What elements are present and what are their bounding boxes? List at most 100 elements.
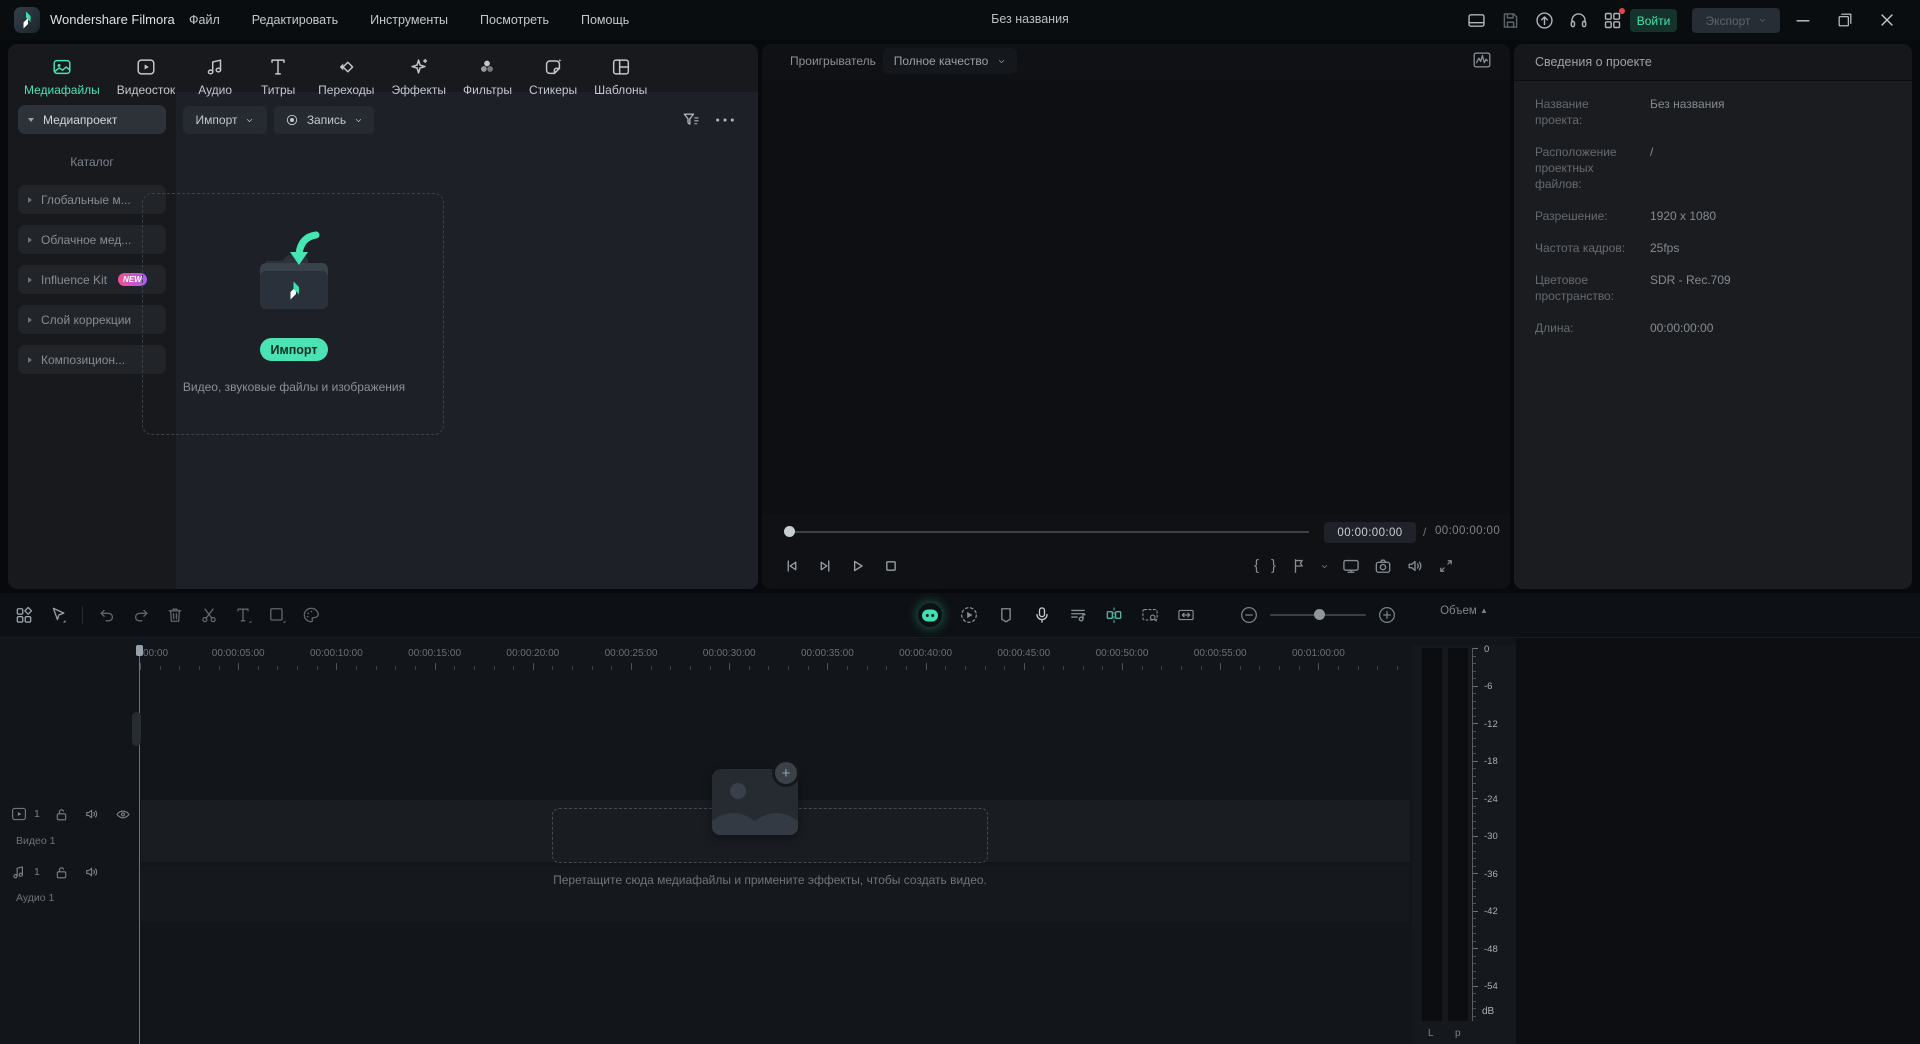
mark-in-icon[interactable]: {	[1254, 556, 1259, 576]
timeline-ruler[interactable]: 00:00 00:00:05:00 00:00:10:00 00:00:15:00 00…	[0, 645, 1410, 670]
meter-channel-label-right: p	[1455, 1028, 1461, 1039]
ruler-tick	[179, 666, 181, 670]
filter-icon[interactable]	[681, 110, 701, 130]
text-tool-icon[interactable]	[233, 605, 253, 625]
select-tool-icon[interactable]	[48, 605, 68, 625]
zoom-out-icon[interactable]	[1238, 604, 1260, 626]
menu-view[interactable]: Посмотреть	[469, 9, 560, 31]
mute-speaker-icon[interactable]	[83, 805, 101, 823]
tab-stickers[interactable]: Стикеры	[529, 56, 577, 97]
info-label: Длина:	[1535, 321, 1574, 335]
filters-icon	[481, 60, 494, 72]
support-headset-icon[interactable]	[1568, 10, 1589, 31]
volume-meter-header[interactable]: Объем ▲	[1412, 605, 1516, 617]
tab-media-files[interactable]: Медиафайлы	[24, 56, 100, 97]
menu-file[interactable]: Файл	[178, 9, 231, 31]
tab-audio[interactable]: Аудио	[192, 56, 238, 97]
mute-speaker-icon[interactable]	[83, 863, 101, 881]
audio-mixer-icon[interactable]	[1068, 605, 1088, 625]
tab-filters[interactable]: Фильтры	[463, 56, 512, 97]
layout-panel-icon[interactable]	[1466, 10, 1487, 31]
preview-quality-icon[interactable]	[1140, 605, 1160, 625]
playhead[interactable]	[139, 645, 140, 1044]
track-manager-icon[interactable]	[14, 605, 34, 625]
volume-icon[interactable]	[1405, 556, 1425, 576]
tab-templates[interactable]: Шаблоны	[594, 56, 647, 97]
quality-selector[interactable]: Полное качество	[883, 48, 1017, 74]
audio-track-icon	[10, 863, 28, 881]
meter-tick-label: -18	[1484, 756, 1498, 767]
tab-transitions[interactable]: Переходы	[318, 56, 374, 97]
zoom-slider[interactable]	[1270, 603, 1366, 627]
redo-icon[interactable]	[131, 605, 151, 625]
smart-split-icon[interactable]	[1104, 605, 1124, 625]
close-icon[interactable]	[1877, 10, 1897, 30]
menu-tools[interactable]: Инструменты	[359, 9, 459, 31]
info-label: Цветовое пространство:	[1535, 273, 1615, 303]
mark-out-icon[interactable]: }	[1271, 556, 1276, 576]
tab-titles[interactable]: Титры	[255, 56, 301, 97]
meter-tick	[1473, 955, 1476, 957]
previous-frame-icon[interactable]	[782, 556, 802, 576]
menu-edit[interactable]: Редактировать	[241, 9, 349, 31]
record-dropdown[interactable]: Запись	[274, 106, 374, 134]
split-scissors-icon[interactable]	[199, 605, 219, 625]
render-preview-icon[interactable]	[958, 604, 980, 626]
marker-flag-icon[interactable]	[996, 605, 1016, 625]
display-device-icon[interactable]	[1341, 556, 1361, 576]
play-icon[interactable]	[848, 556, 868, 576]
lock-open-icon[interactable]	[53, 864, 70, 881]
meter-tick-label: -6	[1484, 681, 1493, 692]
cloud-update-icon[interactable]	[1534, 10, 1555, 31]
voiceover-mic-icon[interactable]	[1032, 605, 1052, 625]
total-time: 00:00:00:00	[1435, 525, 1501, 537]
import-dropdown[interactable]: Импорт	[183, 106, 267, 134]
current-time[interactable]: 00:00:00:00	[1324, 522, 1416, 543]
save-icon[interactable]	[1500, 10, 1521, 31]
next-frame-icon[interactable]	[815, 556, 835, 576]
crop-tool-icon[interactable]	[267, 605, 287, 625]
meter-tick	[1473, 798, 1478, 799]
tab-video-stock[interactable]: Видеосток	[117, 56, 175, 97]
ruler-tick	[1102, 666, 1104, 670]
zoom-in-icon[interactable]	[1376, 604, 1398, 626]
restore-icon[interactable]	[1835, 10, 1855, 30]
menu-help[interactable]: Помощь	[570, 9, 640, 31]
tab-effects[interactable]: Эффекты	[391, 56, 446, 97]
stop-icon[interactable]	[881, 556, 901, 576]
track-panel-resize-handle[interactable]	[132, 712, 141, 746]
toolbar-divider	[82, 606, 83, 624]
ai-assistant-icon[interactable]	[918, 603, 942, 627]
fit-timeline-icon[interactable]	[1176, 605, 1196, 625]
app-window: Wondershare Filmora Файл Редактировать И…	[0, 0, 1920, 1044]
playhead-handle[interactable]	[136, 645, 143, 656]
add-media-plus-icon[interactable]: +	[772, 759, 800, 787]
lock-open-icon[interactable]	[53, 806, 70, 823]
snapshot-camera-icon[interactable]	[1373, 556, 1393, 576]
ruler-tick	[886, 666, 888, 670]
marker-icon[interactable]	[1288, 556, 1308, 576]
delete-icon[interactable]	[165, 605, 185, 625]
minimize-icon[interactable]	[1793, 10, 1813, 30]
sidebar-item-mediaproject[interactable]: Медиапроект	[18, 105, 166, 134]
apps-grid-icon[interactable]	[1602, 7, 1625, 31]
seek-bar[interactable]	[795, 530, 1309, 533]
import-button[interactable]: Импорт	[260, 338, 328, 361]
fullscreen-icon[interactable]	[1437, 557, 1455, 575]
chevron-down-icon[interactable]	[1320, 562, 1329, 571]
ruler-tick	[1357, 666, 1359, 670]
timeline-drop-hint: Перетащите сюда медиафайлы и примените э…	[553, 873, 987, 887]
meter-tick	[1473, 820, 1476, 822]
export-button[interactable]: Экспорт	[1692, 8, 1780, 33]
scopes-icon[interactable]	[1471, 49, 1493, 71]
notification-dot	[1619, 7, 1625, 14]
login-button[interactable]: Войти	[1630, 9, 1677, 32]
zoom-slider-knob[interactable]	[1314, 609, 1325, 620]
color-palette-icon[interactable]	[301, 605, 321, 625]
more-options-icon[interactable]	[714, 114, 736, 126]
ruler-timestamp: 00:00:45:00	[997, 648, 1051, 659]
undo-icon[interactable]	[97, 605, 117, 625]
hide-track-eye-icon[interactable]	[114, 805, 132, 823]
seek-handle[interactable]	[784, 526, 795, 537]
ruler-timestamp: 00:00:30:00	[702, 648, 756, 659]
